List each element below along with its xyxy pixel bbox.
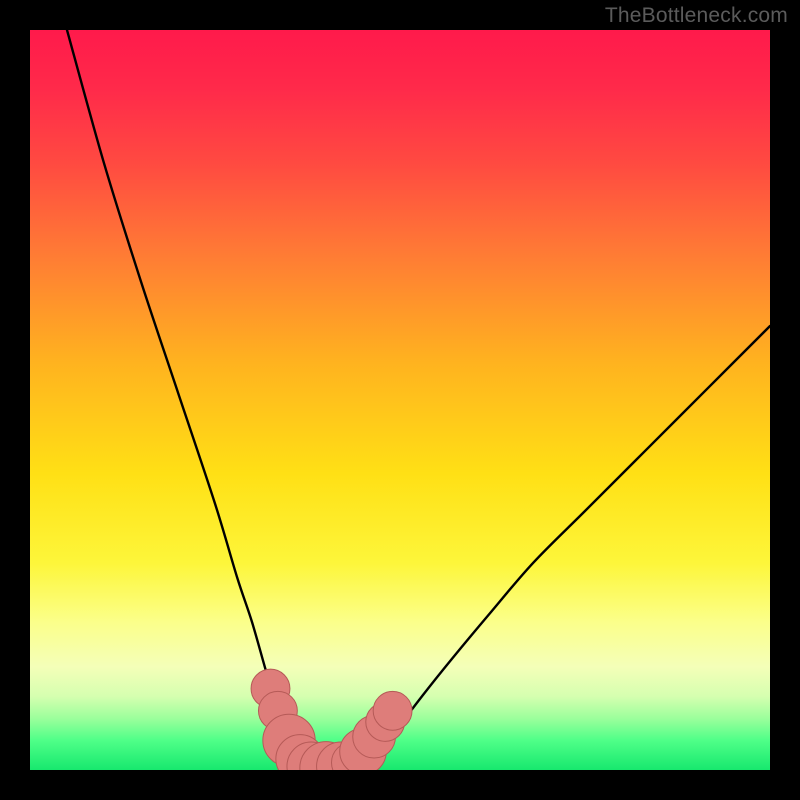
curve-layer [30,30,770,770]
curve-right-branch [356,326,770,770]
chart-frame: TheBottleneck.com [0,0,800,800]
curve-left-branch [67,30,311,770]
marker-point [373,691,412,730]
marker-group [251,669,412,770]
watermark-text: TheBottleneck.com [605,4,788,28]
plot-area [30,30,770,770]
